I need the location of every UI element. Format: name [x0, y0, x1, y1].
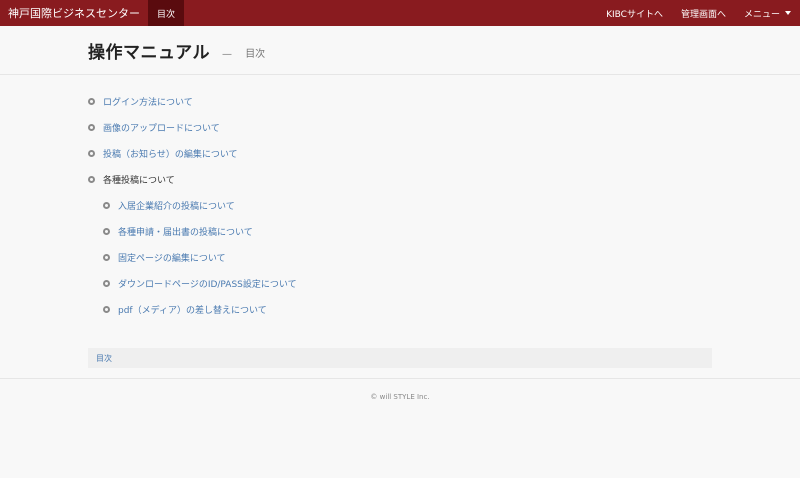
toc-link[interactable]: ログイン方法について: [103, 95, 193, 108]
page-subtitle: — 目次: [222, 45, 265, 60]
menu-label: メニュー: [743, 9, 780, 20]
top-navbar: 神戸国際ビジネスセンター 目次 KIBCサイトへ 管理画面へ メニュー: [0, 0, 800, 26]
footer-divider: [0, 378, 800, 379]
bullet-icon: [103, 253, 110, 261]
toc-section-label: 各種投稿について: [103, 175, 175, 186]
breadcrumb: 目次: [88, 348, 712, 368]
bullet-icon: [103, 279, 110, 287]
nav-item-admin[interactable]: 管理画面へ: [672, 0, 735, 26]
toc-link[interactable]: ダウンロードページのID/PASS設定について: [118, 277, 297, 290]
toc-subitem-fixed-page[interactable]: 固定ページの編集について: [103, 244, 297, 270]
nav-item-kibc-site[interactable]: KIBCサイトへ: [597, 0, 672, 26]
toc-item-news-edit[interactable]: 投稿（お知らせ）の編集について: [88, 140, 297, 166]
bullet-icon: [88, 149, 95, 157]
bullet-icon: [103, 201, 110, 209]
bullet-icon: [88, 97, 95, 105]
menu-dropdown[interactable]: メニュー: [735, 0, 800, 26]
table-of-contents: ログイン方法について 画像のアップロードについて 投稿（お知らせ）の編集について…: [88, 88, 297, 322]
toc-item-various-posts: 各種投稿について: [88, 166, 297, 192]
navbar-right: KIBCサイトへ 管理画面へ メニュー: [597, 0, 800, 26]
page-title: 操作マニュアル: [88, 42, 210, 63]
toc-subitem-download-pass[interactable]: ダウンロードページのID/PASS設定について: [103, 270, 297, 296]
bullet-icon: [103, 305, 110, 313]
title-separator: —: [222, 48, 232, 60]
toc-link[interactable]: 入居企業紹介の投稿について: [118, 199, 235, 212]
toc-subitem-applications[interactable]: 各種申請・届出書の投稿について: [103, 218, 297, 244]
toc-link[interactable]: 投稿（お知らせ）の編集について: [103, 147, 238, 160]
toc-link[interactable]: 各種申請・届出書の投稿について: [118, 225, 253, 238]
brand-title[interactable]: 神戸国際ビジネスセンター: [0, 0, 148, 26]
breadcrumb-toc-link[interactable]: 目次: [96, 353, 112, 364]
footer-copyright: © will STYLE Inc.: [370, 393, 430, 401]
toc-item-image-upload[interactable]: 画像のアップロードについて: [88, 114, 297, 140]
chevron-down-icon: [785, 11, 791, 15]
bullet-icon: [88, 175, 95, 183]
toc-link[interactable]: 固定ページの編集について: [118, 251, 226, 264]
toc-subitem-tenant-intro[interactable]: 入居企業紹介の投稿について: [103, 192, 297, 218]
bullet-icon: [103, 227, 110, 235]
toc-subitem-pdf-replace[interactable]: pdf（メディア）の差し替えについて: [103, 296, 297, 322]
bullet-icon: [88, 123, 95, 131]
toc-item-login[interactable]: ログイン方法について: [88, 88, 297, 114]
subtitle-text: 目次: [245, 48, 266, 60]
page-header: 操作マニュアル — 目次: [0, 26, 800, 75]
navbar-left: 神戸国際ビジネスセンター 目次: [0, 0, 185, 26]
toc-link[interactable]: 画像のアップロードについて: [103, 121, 220, 134]
nav-item-toc[interactable]: 目次: [148, 0, 185, 26]
toc-link[interactable]: pdf（メディア）の差し替えについて: [118, 303, 267, 316]
